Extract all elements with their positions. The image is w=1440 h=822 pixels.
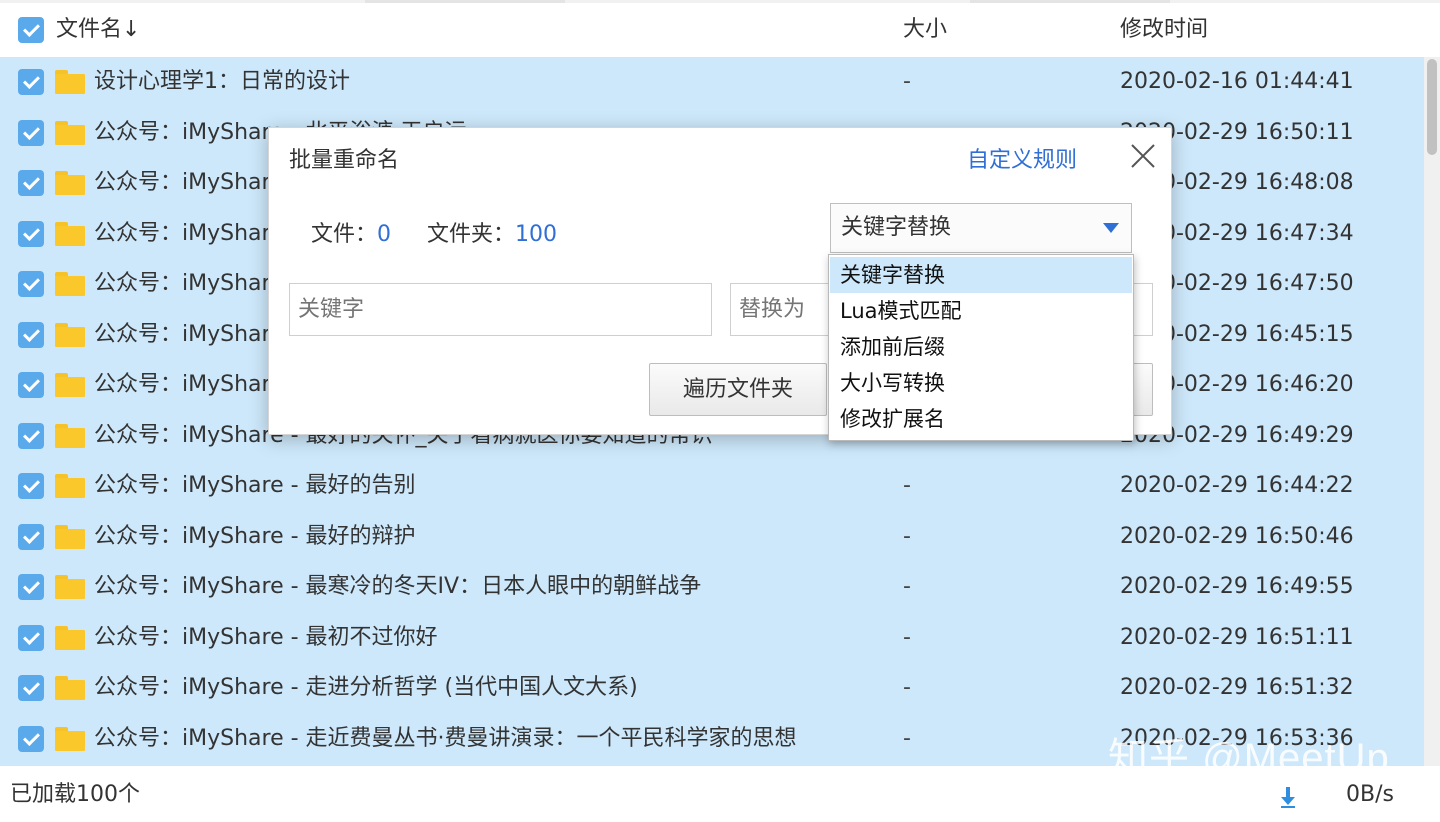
file-name: 公众号：iMyShare - 最好的辩护 (94, 523, 416, 549)
name-column-label: 文件名 (56, 17, 123, 42)
download-arrow-icon (1281, 787, 1295, 808)
file-name: 公众号：iMyShare - 走近费曼丛书·费曼讲演录：一个平民科学家的思想 (94, 725, 797, 751)
folder-icon (55, 625, 85, 650)
file-name: 公众号：iMyShare (94, 220, 284, 246)
rename-mode-dropdown: 关键字替换 Lua模式匹配 添加前后缀 大小写转换 修改扩展名 (828, 254, 1134, 441)
file-name: 公众号：iMyShare - 最初不过你好 (94, 624, 438, 650)
row-checkbox[interactable] (18, 523, 44, 550)
modified-time: 2020-02-16 01:44:41 (1120, 69, 1354, 94)
file-size: - (903, 675, 911, 700)
folder-icon (55, 575, 85, 599)
file-count: 0 (377, 222, 392, 247)
file-name: 公众号：iMyShare - 走进分析哲学 (当代中国人文大系) (94, 675, 638, 700)
time-column-header[interactable]: 修改时间 (1120, 3, 1208, 57)
vertical-scrollbar[interactable] (1424, 57, 1440, 766)
rename-mode-value: 关键字替换 (841, 215, 952, 240)
file-size: - (903, 473, 911, 498)
scrollbar-thumb[interactable] (1427, 59, 1437, 155)
row-checkbox[interactable] (18, 271, 44, 297)
row-checkbox[interactable] (18, 372, 44, 398)
dropdown-option[interactable]: 关键字替换 (830, 257, 1132, 293)
rename-mode-select[interactable]: 关键字替换 (830, 203, 1132, 253)
folder-icon (55, 676, 85, 700)
table-row[interactable]: 公众号：iMyShare - 最好的辩护 - 2020-02-29 16:50:46 (0, 512, 1424, 562)
row-checkbox[interactable] (18, 119, 44, 146)
file-name: 设计心理学1：日常的设计 (94, 69, 350, 94)
file-name: 公众号：iMyShare (94, 372, 284, 397)
folder-icon (55, 272, 85, 296)
file-size: - (903, 69, 911, 94)
row-checkbox[interactable] (18, 170, 44, 196)
row-checkbox[interactable] (18, 69, 44, 95)
keyword-input[interactable] (289, 283, 712, 336)
custom-rule-link[interactable]: 自定义规则 (967, 142, 1077, 174)
watermark: 知乎 @MeetUp (1108, 736, 1390, 780)
file-name: 公众号：iMyShare - 最寒冷的冬天IV：日本人眼中的朝鲜战争 (94, 574, 702, 599)
table-row[interactable]: 公众号：iMyShare - 最好的告别 - 2020-02-29 16:44:22 (0, 461, 1424, 511)
folder-icon (55, 524, 85, 549)
row-checkbox[interactable] (18, 574, 44, 600)
modified-time: 2020-02-29 16:44:22 (1120, 473, 1354, 498)
size-column-header[interactable]: 大小 (903, 3, 947, 57)
name-column-header[interactable]: 文件名↓ (56, 3, 140, 57)
table-row[interactable]: 设计心理学1：日常的设计 - 2020-02-16 01:44:41 (0, 57, 1424, 107)
table-row[interactable]: 公众号：iMyShare - 最初不过你好 - 2020-02-29 16:51:1… (0, 613, 1424, 663)
selection-counts: 文件：0 文件夹：100 (311, 216, 557, 248)
modified-time: 2020-02-29 16:50:46 (1120, 523, 1354, 549)
folder-icon (55, 171, 85, 195)
table-row[interactable]: 公众号：iMyShare - 最寒冷的冬天IV：日本人眼中的朝鲜战争 - 2020-… (0, 562, 1424, 612)
dropdown-arrow-icon (1103, 223, 1119, 233)
file-name: 公众号：iMyShare (94, 170, 284, 195)
row-checkbox[interactable] (18, 624, 44, 651)
file-name: 公众号：iMyShare (94, 271, 284, 296)
row-checkbox[interactable] (18, 675, 44, 701)
folder-icon (55, 70, 85, 94)
sort-arrow-icon: ↓ (122, 17, 141, 42)
file-size: - (903, 725, 911, 751)
folder-icon (55, 474, 85, 498)
dialog-title: 批量重命名 (289, 148, 400, 173)
modified-time: 2020-02-29 16:51:32 (1120, 675, 1354, 700)
modified-time: 2020-02-29 16:51:11 (1120, 624, 1354, 650)
folder-count-label: 文件夹： (427, 222, 516, 247)
table-row[interactable]: 公众号：iMyShare - 走进分析哲学 (当代中国人文大系) - 2020-02… (0, 663, 1424, 713)
column-header: 文件名↓ 大小 修改时间 (0, 3, 1440, 57)
row-checkbox[interactable] (18, 321, 44, 348)
folder-icon (55, 373, 85, 397)
loaded-count: 已加载100个 (10, 782, 140, 807)
select-all-checkbox[interactable] (18, 17, 44, 43)
row-checkbox[interactable] (18, 473, 44, 499)
traverse-folder-button[interactable]: 遍历文件夹 (649, 363, 827, 416)
file-size: - (903, 523, 911, 549)
row-checkbox[interactable] (18, 725, 44, 752)
file-size: - (903, 624, 911, 650)
folder-icon (55, 423, 85, 448)
dropdown-option[interactable]: 大小写转换 (830, 365, 1132, 401)
file-name: 公众号：iMyShare - 最好的告别 (94, 473, 416, 498)
row-checkbox[interactable] (18, 422, 44, 449)
close-icon[interactable] (1129, 142, 1157, 170)
file-count-label: 文件： (311, 222, 378, 247)
dropdown-option[interactable]: 修改扩展名 (830, 401, 1132, 437)
folder-icon (55, 120, 85, 145)
file-size: - (903, 574, 911, 599)
modified-time: 2020-02-29 16:49:55 (1120, 574, 1354, 599)
folder-icon (55, 322, 85, 347)
dropdown-option[interactable]: Lua模式匹配 (830, 293, 1132, 329)
folder-count: 100 (515, 222, 558, 247)
folder-icon (55, 221, 85, 246)
folder-icon (55, 726, 85, 751)
dropdown-option[interactable]: 添加前后缀 (830, 329, 1132, 365)
row-checkbox[interactable] (18, 220, 44, 247)
file-name: 公众号：iMyShare (94, 321, 284, 347)
